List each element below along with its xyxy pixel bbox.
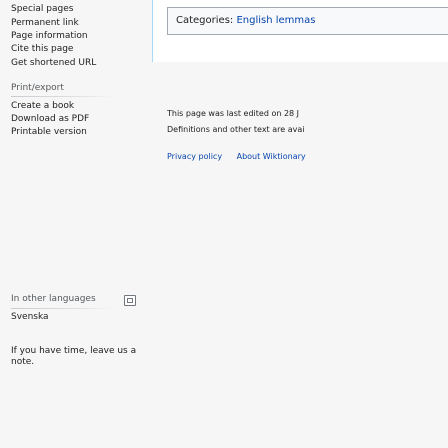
languages-heading[interactable]: In other languages (11, 294, 96, 305)
sidebar-item-page-information[interactable]: Page information (11, 31, 88, 42)
feedback-note[interactable]: If you have time, leave us a note. (11, 346, 141, 368)
sidebar-item-printable-version[interactable]: Printable version (11, 127, 87, 138)
language-settings-icon[interactable] (124, 295, 136, 306)
print-export-heading[interactable]: Print/export (11, 83, 64, 94)
main-content: Categories: English lemmas This page was… (152, 0, 448, 448)
content-body: Categories: English lemmas (152, 0, 448, 62)
languages-divider (11, 308, 113, 309)
sidebar-item-get-shortened-url[interactable]: Get shortened URL (11, 58, 96, 69)
categories-label[interactable]: Categories: (176, 15, 233, 26)
sidebar-item-cite-this-page[interactable]: Cite this page (11, 44, 73, 55)
sidebar: Special pages Permanent link Page inform… (0, 0, 152, 448)
privacy-policy-link[interactable]: Privacy policy (167, 152, 222, 161)
category-links-box: Categories: English lemmas (167, 7, 448, 35)
sidebar-item-download-pdf[interactable]: Download as PDF (11, 114, 89, 125)
category-link-english-lemmas[interactable]: English lemmas (236, 15, 315, 26)
sidebar-item-create-a-book[interactable]: Create a book (11, 101, 74, 112)
license-info: Definitions and other text are avai (167, 125, 305, 134)
footer-links: Privacy policy About Wiktionary (167, 152, 318, 162)
about-wiktionary-link[interactable]: About Wiktionary (237, 152, 306, 161)
print-export-divider (11, 96, 113, 97)
page: Special pages Permanent link Page inform… (0, 0, 448, 448)
sidebar-item-special-pages[interactable]: Special pages (11, 4, 73, 15)
last-edited-info: This page was last edited on 28 J (167, 109, 300, 118)
sidebar-item-permanent-link[interactable]: Permanent link (11, 18, 79, 29)
sidebar-item-language-svenska[interactable]: Svenska (11, 312, 49, 323)
